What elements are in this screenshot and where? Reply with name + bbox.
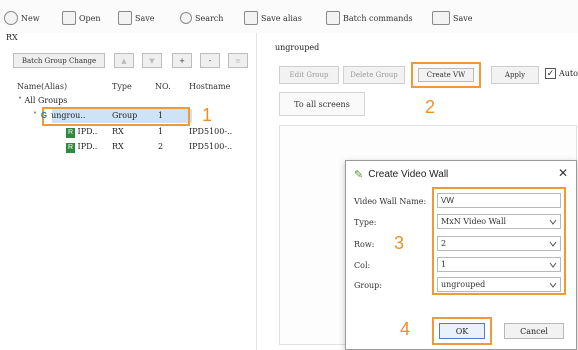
arrow-down-icon: ▼ [149, 56, 155, 65]
download-icon [244, 11, 258, 25]
row-type: RX [112, 142, 124, 151]
chevron-down-icon: ˅ [33, 111, 37, 120]
name-label: Video Wall Name: [354, 197, 427, 206]
folder-icon [62, 11, 76, 25]
save2-button[interactable]: Save [432, 10, 473, 26]
new-icon [4, 11, 18, 25]
video-wall-name-input[interactable]: VW [437, 193, 561, 208]
list-button[interactable]: ≡ [228, 53, 248, 68]
auto-checkbox[interactable]: ✓ Auto [545, 68, 578, 79]
chevron-down-icon [549, 282, 557, 288]
chevron-down-icon [549, 219, 557, 225]
group-icon: G [40, 111, 48, 120]
rx-icon: R [66, 128, 75, 138]
keyboard-icon [432, 11, 450, 25]
row-hostname: IPD5100-.. [189, 142, 233, 151]
new-button[interactable]: New [4, 10, 40, 26]
search-icon [180, 12, 192, 24]
cancel-button[interactable]: Cancel [504, 323, 564, 339]
batch-commands-button[interactable]: Batch commands [326, 10, 413, 26]
to-all-screens-button[interactable]: To all screens [279, 92, 365, 116]
open-button[interactable]: Open [62, 10, 101, 26]
step-1-number: 1 [202, 105, 213, 125]
col-select[interactable]: 1 [437, 257, 561, 272]
save-alias-button[interactable]: Save alias [244, 10, 302, 26]
pen-icon: ✎ [354, 169, 364, 181]
batch-group-change-button[interactable]: Batch Group Change [13, 53, 105, 68]
save-icon [118, 11, 132, 25]
tree-root[interactable]: ˅ All Groups [18, 96, 67, 105]
search-button[interactable]: Search [180, 10, 223, 26]
type-label: Type: [354, 218, 377, 227]
tree-group-row[interactable]: ˅ G ungrou.. [33, 111, 85, 121]
col-name[interactable]: Name(Alias) [17, 82, 67, 91]
toolbar: New Open Save Search Save alias Batch co… [0, 0, 578, 33]
col-hostname[interactable]: Hostname [189, 82, 230, 91]
table-row[interactable]: R IPD.. [66, 127, 97, 138]
group-no: 1 [158, 111, 164, 120]
row-hostname: IPD5100-.. [189, 127, 233, 136]
row-label: Row: [354, 240, 375, 249]
dialog-title: ✎ Create Video Wall [354, 169, 449, 181]
image-icon [326, 11, 340, 25]
apply-button[interactable]: Apply [491, 66, 539, 84]
save-button[interactable]: Save [118, 10, 155, 26]
section-title: ungrouped [275, 43, 320, 52]
left-pane: RX Batch Group Change ▲ ▼ + - ≡ Name(Ali… [0, 33, 256, 350]
create-video-wall-dialog: ✎ Create Video Wall ✕ Video Wall Name: V… [345, 160, 577, 350]
row-no: 1 [158, 127, 164, 136]
chevron-down-icon [549, 262, 557, 268]
create-vw-button[interactable]: Create VW [411, 62, 481, 88]
rx-icon: R [66, 143, 75, 153]
move-up-button[interactable]: ▲ [114, 53, 134, 68]
remove-button[interactable]: - [200, 53, 220, 68]
close-button[interactable]: ✕ [558, 166, 568, 180]
chevron-down-icon: ˅ [18, 96, 22, 105]
row-select[interactable]: 2 [437, 236, 561, 251]
row-type: RX [112, 127, 124, 136]
group-label: Group: [354, 281, 382, 290]
list-icon: ≡ [235, 56, 241, 65]
arrow-up-icon: ▲ [121, 56, 127, 65]
group-type: Group [112, 111, 138, 120]
step-2-number: 2 [425, 97, 436, 117]
row-no: 2 [158, 142, 164, 151]
step-3-number: 3 [394, 233, 405, 253]
table-row[interactable]: R IPD.. [66, 142, 97, 153]
move-down-button[interactable]: ▼ [142, 53, 162, 68]
checkbox-checked-icon: ✓ [545, 68, 556, 79]
add-button[interactable]: + [172, 53, 192, 68]
col-type[interactable]: Type [112, 82, 132, 91]
col-no[interactable]: NO. [155, 82, 171, 91]
edit-group-button[interactable]: Edit Group [279, 66, 339, 84]
pane-title: RX [6, 33, 18, 42]
ok-button[interactable]: OK [439, 323, 485, 339]
delete-group-button[interactable]: Delete Group [343, 66, 405, 84]
col-label: Col: [354, 261, 371, 270]
chevron-down-icon [549, 241, 557, 247]
step-4-number: 4 [400, 319, 411, 339]
type-select[interactable]: MxN Video Wall [437, 214, 561, 229]
group-select[interactable]: ungrouped [437, 277, 561, 292]
